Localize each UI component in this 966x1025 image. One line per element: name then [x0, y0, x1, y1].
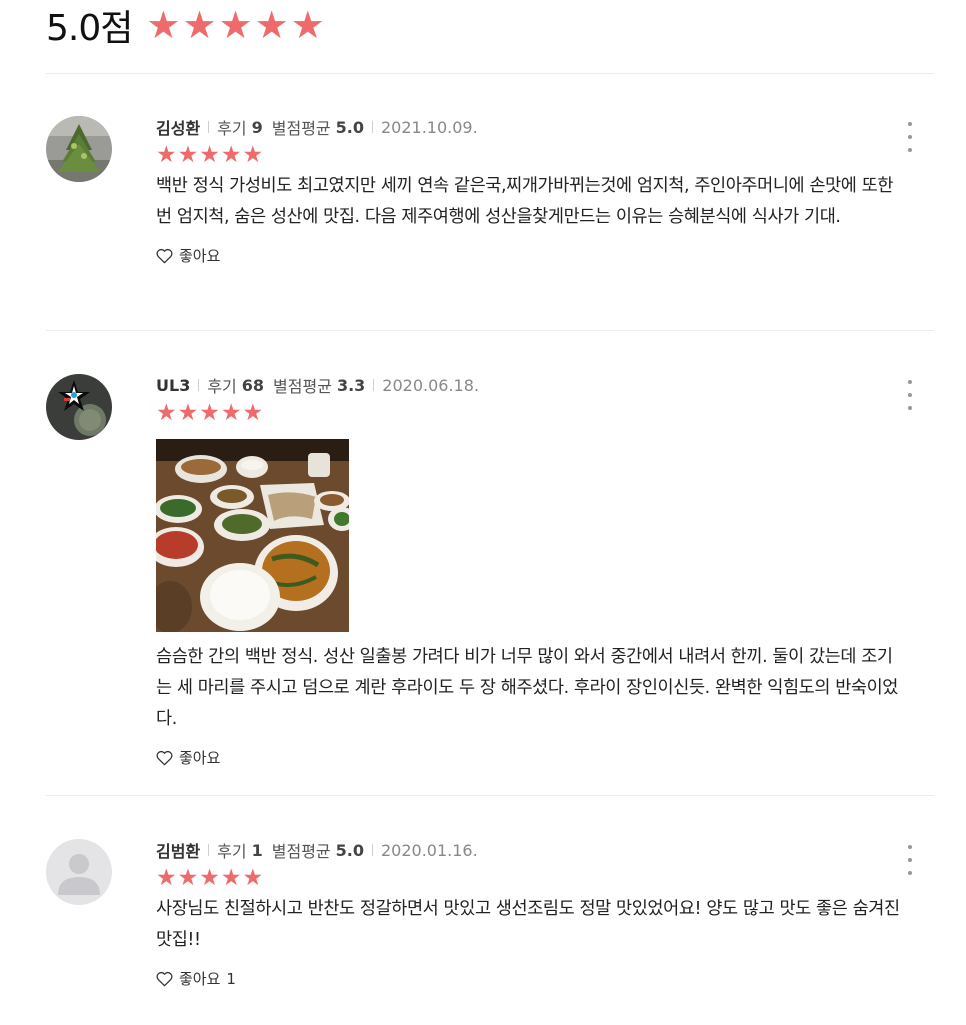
review-count-label: 후기	[217, 119, 247, 138]
review-count: 1	[251, 840, 263, 860]
star-icon: ★	[177, 141, 199, 168]
review-meta: 김성환 후기 9 별점평균 5.0 2021.10.09.	[156, 115, 904, 139]
star-icon: ★	[182, 3, 217, 47]
star-icon: ★	[146, 3, 181, 47]
like-count: 1	[226, 969, 236, 988]
divider	[46, 73, 934, 74]
review-date: 2020.06.18.	[382, 375, 479, 395]
star-icon: ★	[199, 864, 220, 891]
average-rating: 5.0	[335, 840, 364, 860]
separator	[372, 121, 373, 133]
average-star-rating: ★ ★ ★ ★ ★	[146, 6, 324, 44]
like-label: 좋아요	[179, 749, 221, 767]
default-user-icon	[46, 839, 112, 905]
review-star-rating: ★ ★ ★ ★ ★	[156, 401, 904, 425]
dot	[908, 122, 912, 126]
average-rating: 5.0	[335, 117, 364, 137]
dot	[908, 871, 912, 875]
rating-summary: 5.0점 ★ ★ ★ ★ ★	[46, 0, 325, 50]
review-count: 9	[251, 117, 263, 137]
author-name[interactable]: UL3	[156, 376, 190, 395]
more-options-button[interactable]	[900, 122, 920, 152]
dot	[908, 393, 912, 397]
user-avatar[interactable]	[46, 374, 112, 440]
separator	[372, 844, 373, 856]
review-count: 68	[241, 375, 265, 395]
review-count-label: 후기	[217, 842, 247, 861]
divider	[46, 795, 934, 796]
heart-outline-icon	[156, 248, 173, 263]
star-icon: ★	[218, 3, 253, 47]
review-text: 사장님도 친절하시고 반찬도 정갈하면서 맛있고 생선조림도 정말 맛있었어요!…	[156, 899, 900, 950]
review-meta: 김범환 후기 1 별점평균 5.0 2020.01.16.	[156, 838, 904, 862]
like-label: 좋아요	[179, 247, 221, 265]
average-rating-label: 별점평균	[271, 119, 331, 138]
average-score: 5.0점	[46, 8, 133, 49]
star-icon: ★	[220, 864, 242, 891]
separator	[373, 379, 375, 391]
star-icon: ★	[199, 399, 220, 426]
dot	[908, 845, 912, 849]
separator	[198, 379, 200, 391]
more-options-button[interactable]	[900, 380, 920, 410]
star-icon: ★	[156, 141, 177, 168]
like-button[interactable]: 좋아요	[156, 747, 904, 768]
review-count-label: 후기	[207, 377, 237, 396]
star-icon: ★	[156, 864, 177, 891]
user-avatar[interactable]	[46, 839, 112, 905]
like-button[interactable]: 좋아요	[156, 245, 904, 266]
dot	[908, 406, 912, 410]
star-icon: ★	[199, 141, 220, 168]
author-name[interactable]: 김성환	[156, 115, 200, 139]
average-rating-label: 별점평균	[271, 842, 331, 861]
more-options-button[interactable]	[900, 845, 920, 875]
review-text: 슴슴한 간의 백반 정식. 성산 일출봉 가려다 비가 너무 많이 와서 중간에…	[156, 647, 899, 729]
average-rating-label: 별점평균	[273, 377, 332, 396]
review-text: 백반 정식 가성비도 최고였지만 세끼 연속 같은국,찌개가바뀌는것에 엄지척,…	[156, 176, 894, 227]
user-avatar[interactable]	[46, 116, 112, 182]
review-meta: UL3 후기 68 별점평균 3.3 2020.06.18.	[156, 374, 904, 397]
star-icon: ★	[220, 141, 242, 168]
review-star-rating: ★ ★ ★ ★ ★	[156, 866, 904, 890]
star-icon: ★	[254, 3, 289, 47]
dot	[908, 858, 912, 862]
review-photo[interactable]	[156, 439, 349, 632]
dot	[908, 380, 912, 384]
like-button[interactable]: 좋아요 1	[156, 968, 904, 989]
star-icon: ★	[242, 141, 264, 168]
divider	[46, 330, 934, 331]
star-icon: ★	[242, 399, 264, 426]
separator	[208, 844, 210, 856]
heart-outline-icon	[156, 971, 173, 986]
star-icon: ★	[242, 864, 264, 891]
star-icon: ★	[177, 399, 199, 426]
dot	[908, 135, 912, 139]
star-icon: ★	[177, 864, 199, 891]
star-icon: ★	[156, 399, 177, 426]
author-name[interactable]: 김범환	[156, 838, 200, 862]
heart-outline-icon	[156, 750, 173, 765]
like-label: 좋아요	[179, 970, 221, 988]
star-icon: ★	[220, 399, 242, 426]
average-rating: 3.3	[336, 375, 366, 395]
review-date: 2020.01.16.	[381, 840, 478, 860]
separator	[208, 121, 210, 133]
star-icon: ★	[290, 3, 325, 47]
review-star-rating: ★ ★ ★ ★ ★	[156, 143, 904, 167]
review-date: 2021.10.09.	[381, 117, 478, 137]
dot	[908, 148, 912, 152]
